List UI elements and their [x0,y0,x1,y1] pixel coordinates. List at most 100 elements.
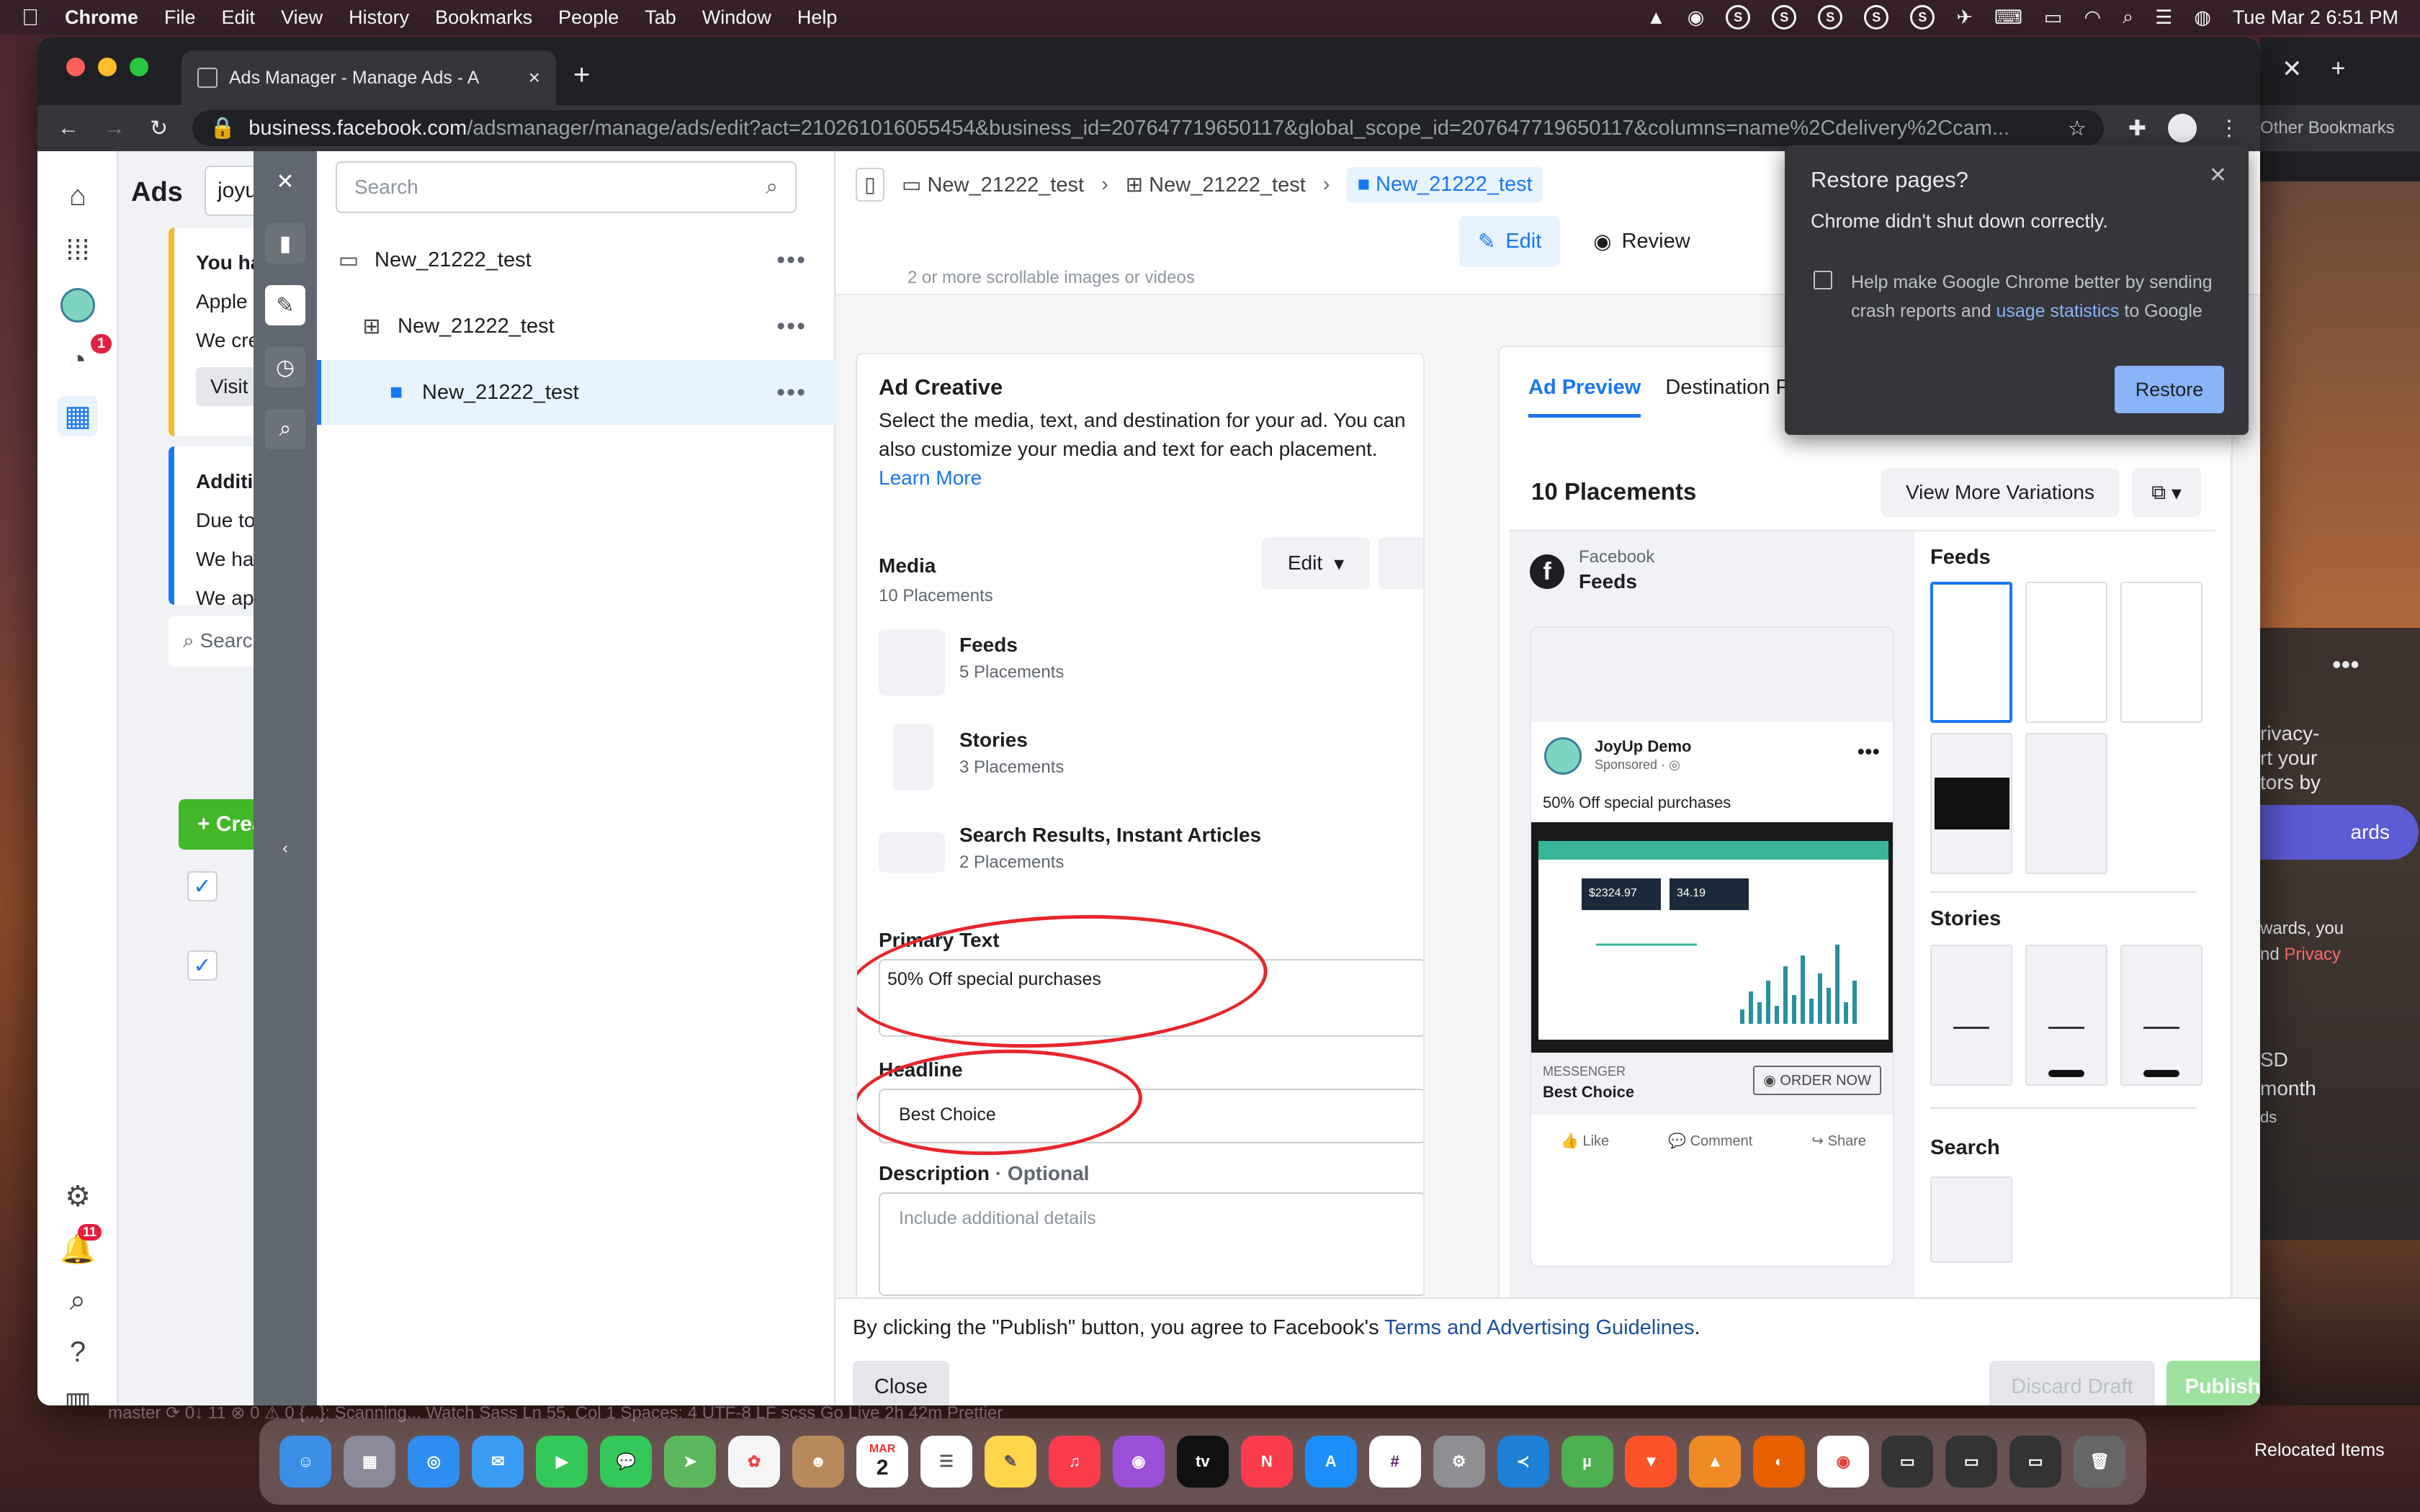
siri-icon[interactable]: ◍ [2194,6,2211,29]
collapse-chevron-icon[interactable]: ‹ [265,828,305,868]
forward-icon[interactable]: → [104,116,125,140]
zoom-window-button[interactable] [130,58,148,76]
podcasts-icon[interactable]: ◉ [1112,1436,1165,1488]
comment-action[interactable]: 💬 Comment [1668,1132,1752,1150]
restore-button[interactable]: Restore [2115,366,2224,413]
s-status-icon[interactable]: S [1818,5,1843,30]
maps-icon[interactable]: ➤ [664,1436,717,1488]
like-action[interactable]: 👍 Like [1561,1132,1609,1150]
launchpad-icon[interactable]: ▦ [344,1436,396,1488]
s-status-icon[interactable]: S [1726,5,1751,30]
story-tile[interactable] [1930,945,2012,1086]
select-all-checkbox[interactable]: ✓ [187,871,218,901]
media-extra-button[interactable] [1379,537,1423,589]
news-icon[interactable]: N [1240,1436,1293,1488]
more-options-icon[interactable]: ••• [776,312,807,341]
menu-app-name[interactable]: Chrome [65,6,138,29]
messages-icon[interactable]: 💬 [600,1436,653,1488]
close-icon[interactable]: ✕ [2209,163,2227,188]
new-tab-icon[interactable]: + [2331,55,2346,88]
close-editor-icon[interactable]: ✕ [265,161,305,202]
breadcrumb-ad[interactable]: ■ New_21222_test [1347,167,1543,202]
back-icon[interactable]: ← [58,116,79,140]
menu-edit[interactable]: Edit [222,6,256,29]
brave-icon[interactable]: ▼ [1625,1436,1677,1488]
keyboard-icon[interactable]: ⌨ [1994,6,2022,29]
sidebar-toggle-icon[interactable]: ▥ [58,1382,98,1405]
placement-feeds[interactable]: Feeds 5 Placements [879,626,1383,698]
view-more-variations-button[interactable]: View More Variations [1881,468,2119,517]
trash-icon[interactable]: 🗑 [2074,1436,2126,1488]
ads-manager-table-icon[interactable]: ▦ [58,396,98,436]
reporting-icon[interactable]: ▮ [265,223,305,264]
menu-help[interactable]: Help [797,6,838,29]
feed-ad-mockup[interactable]: JoyUp Demo Sponsored · ◎ ••• 50% Off spe… [1530,626,1894,1267]
all-tools-icon[interactable]: ⁞⁞⁞ [58,230,98,271]
extensions-icon[interactable]: ✚ [2128,116,2146,141]
app-store-icon[interactable]: A [1304,1436,1357,1488]
relocated-items-label[interactable]: Relocated Items [2254,1440,2385,1461]
chrome-icon[interactable]: ◉ [1817,1436,1870,1488]
firefox-icon[interactable]: ◐ [1753,1436,1806,1488]
s-status-icon[interactable]: S [1864,5,1889,30]
photos-icon[interactable]: ✿ [728,1436,781,1488]
control-center-icon[interactable]: ☰ [2155,6,2172,29]
placement-stories[interactable]: Stories 3 Placements [879,721,1383,793]
bookmark-star-icon[interactable]: ☆ [2068,116,2087,141]
notes-icon[interactable]: ✎ [984,1436,1036,1488]
minimize-window-button[interactable] [98,58,117,76]
window-thumbnail[interactable]: ▭ [2009,1436,2062,1488]
spotlight-search-icon[interactable]: ⌕ [2123,6,2133,29]
visit-button[interactable]: Visit [196,367,263,406]
inspect-icon[interactable]: ⌕ [265,409,305,449]
breadcrumb-campaign[interactable]: ▭ New_21222_test [902,172,1084,197]
edit-pencil-icon[interactable]: ✎ [265,285,305,325]
mail-icon[interactable]: ✉ [472,1436,524,1488]
row-checkbox[interactable]: ✓ [187,950,218,981]
music-icon[interactable]: ♫ [1048,1436,1101,1488]
breadcrumb-adset[interactable]: ⊞ New_21222_test [1126,172,1306,197]
finder-icon[interactable]: ☺ [279,1436,332,1488]
privacy-link[interactable]: Privacy [2284,945,2341,964]
menu-view[interactable]: View [281,6,323,29]
placement-tile[interactable] [2025,733,2107,874]
menubar-clock[interactable]: Tue Mar 2 6:51 PM [2233,6,2398,29]
settings-gear-icon[interactable]: ⚙ [58,1176,98,1217]
close-window-button[interactable] [66,58,85,76]
calendar-icon[interactable]: MAR 2 [856,1436,909,1488]
vlc-icon[interactable]: ▲ [1689,1436,1742,1488]
crash-report-checkbox[interactable] [1814,271,1832,289]
facetime-icon[interactable]: ▶ [536,1436,588,1488]
usage-statistics-link[interactable]: usage statistics [1996,301,2120,321]
menu-people[interactable]: People [558,6,619,29]
vpn-status-icon[interactable]: ◉ [1688,6,1705,29]
vscode-icon[interactable]: ≺ [1497,1436,1549,1488]
battery-icon[interactable]: ▭ [2044,6,2063,29]
contacts-icon[interactable]: ☻ [792,1436,845,1488]
new-tab-button[interactable]: + [573,59,590,91]
utorrent-icon[interactable]: µ [1561,1436,1613,1488]
close-button[interactable]: Close [853,1361,949,1405]
story-tile[interactable] [2120,945,2202,1086]
more-options-icon[interactable]: ••• [776,246,807,274]
rewards-pill-button[interactable]: ards [2260,805,2419,860]
menu-window[interactable]: Window [702,6,771,29]
close-tab-icon[interactable]: × [529,66,540,89]
slack-icon[interactable]: # [1368,1436,1421,1488]
tree-node-ad[interactable]: ■ New_21222_test ••• [317,360,835,425]
active-tab[interactable]: Ads Manager - Manage Ads - A × [182,50,556,105]
apple-icon[interactable]:  [22,4,39,31]
reload-icon[interactable]: ↻ [150,116,168,141]
edit-mode-button[interactable]: ✎ Edit [1459,216,1561,267]
close-icon[interactable]: ✕ [2282,55,2303,88]
tab-ad-preview[interactable]: Ad Preview [1528,376,1641,418]
publish-button[interactable]: Publish [2166,1361,2260,1405]
review-mode-button[interactable]: ◉ Review [1574,216,1708,267]
story-tile[interactable] [2025,945,2107,1086]
profile-avatar[interactable] [2168,114,2197,143]
s-status-icon[interactable]: S [1910,5,1935,30]
help-icon[interactable]: ? [58,1332,98,1372]
menu-tab[interactable]: Tab [645,6,676,29]
safari-icon[interactable]: ◎ [408,1436,460,1488]
history-clock-icon[interactable]: ◷ [265,347,305,387]
